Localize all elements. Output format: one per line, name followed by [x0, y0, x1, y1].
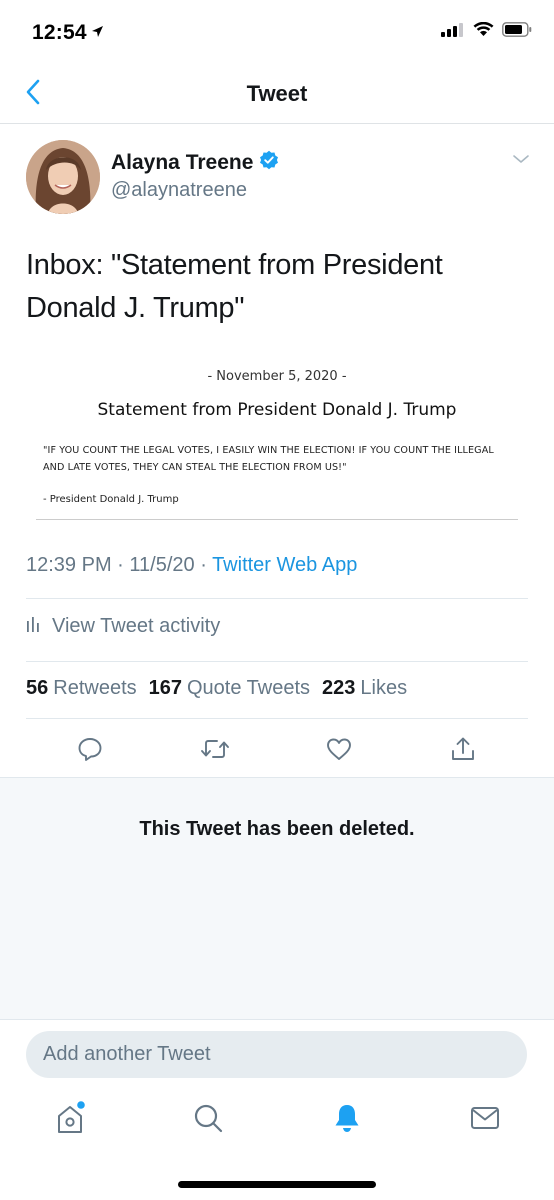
deleted-tweet-notice: This Tweet has been deleted. [0, 777, 554, 1020]
author-name[interactable]: Alayna Treene [111, 150, 279, 176]
retweets-stat[interactable]: 56 Retweets [26, 677, 137, 700]
quote-tweets-stat[interactable]: 167 Quote Tweets [149, 677, 310, 700]
likes-label: Likes [360, 677, 408, 699]
divider [26, 661, 528, 662]
tweet-stats: 56 Retweets 167 Quote Tweets 223 Likes [26, 677, 407, 700]
tweet-image[interactable]: - November 5, 2020 - Statement from Pres… [36, 360, 518, 520]
share-button[interactable] [445, 733, 481, 769]
search-icon [193, 1103, 223, 1138]
tab-search[interactable] [188, 1100, 228, 1140]
status-bar: 12:54 [0, 0, 554, 66]
tweet-date: 11/5/20 [129, 554, 195, 576]
tweet-source-link[interactable]: Twitter Web App [212, 554, 357, 576]
divider [26, 718, 528, 719]
statement-signature: - President Donald J. Trump [43, 494, 179, 505]
activity-bars-icon [26, 614, 42, 638]
retweet-button[interactable] [197, 733, 233, 769]
verified-badge-icon [259, 150, 279, 176]
likes-stat[interactable]: 223 Likes [322, 677, 407, 700]
like-button[interactable] [321, 733, 357, 769]
tweet-time: 12:39 PM [26, 554, 112, 576]
nav-bar: Tweet [0, 66, 554, 124]
page-title: Tweet [246, 81, 308, 106]
tweet-text: Inbox: "Statement from President Donald … [26, 244, 526, 330]
retweets-label: Retweets [53, 677, 137, 699]
reply-composer[interactable] [26, 1031, 527, 1078]
deleted-tweet-message: This Tweet has been deleted. [139, 818, 415, 840]
avatar[interactable] [26, 140, 100, 214]
view-tweet-activity[interactable]: View Tweet activity [26, 614, 220, 638]
tweet-text-line: Donald J. Trump" [26, 292, 245, 324]
like-icon [326, 737, 352, 766]
reply-icon [77, 736, 103, 767]
statement-title: Statement from President Donald J. Trump [97, 400, 457, 420]
location-arrow-icon [91, 20, 104, 44]
status-time-text: 12:54 [32, 21, 87, 44]
tweet-options-button[interactable] [512, 152, 530, 170]
signal-icon [441, 22, 465, 42]
tab-notifications[interactable] [327, 1100, 367, 1140]
chevron-down-icon [512, 152, 530, 169]
share-icon [450, 736, 476, 767]
wifi-icon [473, 21, 494, 42]
quote-tweets-label: Quote Tweets [187, 677, 311, 699]
home-indicator [178, 1181, 376, 1188]
statement-date: - November 5, 2020 - [207, 369, 347, 384]
status-icons [441, 21, 532, 42]
view-tweet-activity-label: View Tweet activity [52, 614, 221, 637]
reply-button[interactable] [72, 733, 108, 769]
add-tweet-input[interactable] [26, 1031, 527, 1078]
tweet-author: Alayna Treene @alaynatreene [26, 140, 536, 216]
author-name-text: Alayna Treene [111, 151, 254, 174]
likes-count: 223 [322, 677, 356, 699]
divider [26, 598, 528, 599]
statement-quote: "IF YOU COUNT THE LEGAL VOTES, I EASILY … [43, 445, 494, 473]
home-icon [54, 1100, 86, 1140]
retweet-icon [200, 737, 230, 766]
status-time: 12:54 [32, 20, 104, 45]
author-handle[interactable]: @alaynatreene [111, 179, 247, 202]
tab-bar [0, 1088, 554, 1158]
tweet-text-line: Inbox: "Statement from President [26, 249, 443, 281]
tab-messages[interactable] [465, 1100, 505, 1140]
tweet-timestamp: 12:39 PM · 11/5/20 · Twitter Web App [26, 554, 358, 576]
battery-icon [502, 22, 532, 42]
retweets-count: 56 [26, 677, 49, 699]
quote-tweets-count: 167 [148, 677, 182, 699]
messages-icon [470, 1105, 500, 1136]
notifications-icon [332, 1102, 362, 1139]
tab-home[interactable] [50, 1100, 90, 1140]
tweet-actions [0, 733, 554, 773]
